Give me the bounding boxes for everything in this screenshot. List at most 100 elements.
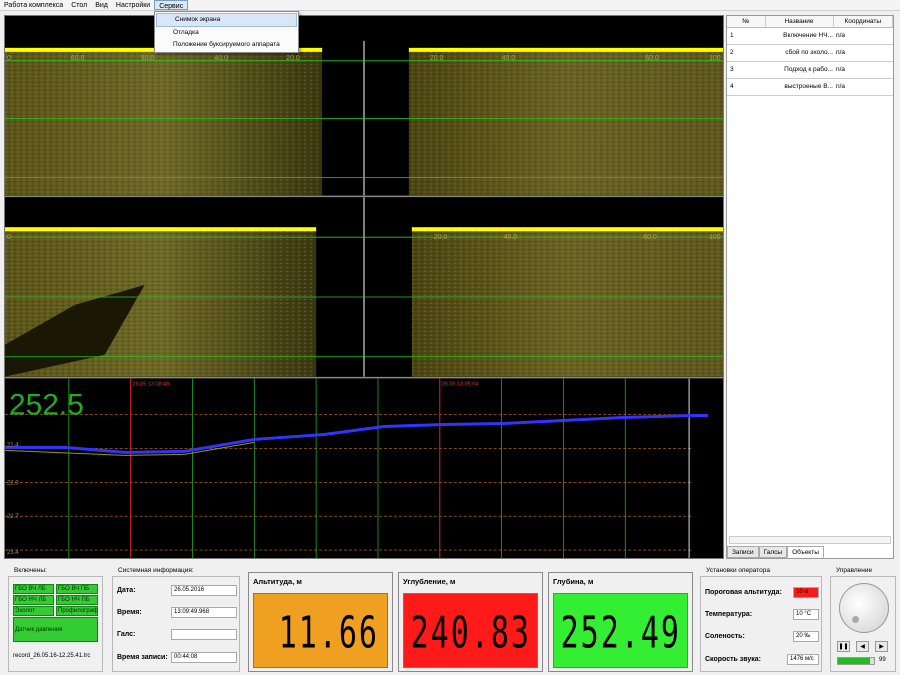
gals-field — [171, 629, 237, 640]
depth-display: 252.49 — [553, 593, 688, 668]
menu-service[interactable]: Сервис — [154, 0, 189, 10]
dropdown-towed-position[interactable]: Положение буксируемого аппарата — [155, 39, 298, 51]
tab-tacks[interactable]: Галсы — [758, 546, 788, 558]
sysinfo-title: Системная информация: — [116, 567, 196, 574]
lf-left-button[interactable]: ГБО НЧ ЛБ — [13, 595, 54, 605]
col-coords[interactable]: Координаты — [833, 16, 893, 28]
mid-scale-4: 100 — [709, 234, 721, 241]
salinity-field[interactable]: 20 ‰ — [793, 631, 819, 642]
top-scale-5: 20.0 — [430, 55, 444, 62]
y-tick-2: 22.0 — [7, 480, 19, 486]
deepening-title: Углубление, м — [403, 577, 456, 586]
pressure-sensor-button[interactable]: Датчик давления — [13, 617, 98, 642]
speed-knob[interactable] — [839, 583, 889, 633]
marker-2: 26.05 13:05:04 — [442, 382, 479, 388]
horizontal-scrollbar[interactable] — [729, 536, 891, 544]
altitude-gauge: Альтитуда, м 11.66 — [248, 572, 393, 672]
col-number[interactable]: № — [727, 16, 766, 28]
objects-panel: № Название Координаты 1 Включение НЧ... n/… — [726, 15, 894, 559]
echosounder-button[interactable]: Эхолот — [13, 606, 54, 616]
row-number: 4 — [727, 78, 765, 96]
row-coords: n/a — [833, 44, 893, 62]
gals-label: Галс: — [117, 631, 136, 638]
control-title: Управление — [834, 567, 875, 574]
sonar-hf-pane: 0 60.0 50.0 40.0 20.0 20.0 40.0 60.0 100 — [5, 40, 723, 196]
marker-1: 26.05 13:08:48 — [133, 382, 170, 388]
panel-tabs: Записи Галсы Объекты — [727, 546, 824, 558]
operator-title: Установки оператора — [704, 567, 772, 574]
table-row[interactable]: 3 Подход к рабо... n/a — [727, 61, 893, 79]
menu-work[interactable]: Работа комплекса — [0, 0, 67, 10]
forward-button[interactable]: ▶ — [875, 641, 888, 652]
sound-speed-field[interactable]: 1476 м/с — [787, 654, 819, 665]
time-field: 13:09:49.968 — [171, 607, 237, 618]
operator-group: Установки оператора Пороговая альтитуда:… — [700, 567, 822, 672]
row-coords: n/a — [833, 78, 893, 96]
top-scale-6: 40.0 — [502, 55, 516, 62]
temperature-field[interactable]: 10 °C — [793, 609, 819, 620]
deepening-value: 240.83 — [410, 608, 531, 659]
table-row[interactable]: 4 выстроеные В... n/a — [727, 78, 893, 96]
tab-objects[interactable]: Объекты — [787, 546, 824, 558]
tab-records[interactable]: Записи — [727, 546, 759, 558]
lf-right-button[interactable]: ГБО НЧ ПБ — [56, 595, 98, 605]
mid-scale-1: 20.0 — [434, 234, 448, 241]
enabled-title: Включены: — [12, 567, 49, 574]
volume-fill — [838, 658, 871, 664]
enabled-group: Включены: ГБО ВЧ ЛБ ГБО ВЧ ПБ ГБО НЧ ЛБ … — [8, 567, 103, 672]
sonar-lf-pane: 0 20.0 40.0 60.0 100 — [5, 197, 723, 377]
threshold-altitude-label: Пороговая альтитуда: — [705, 589, 782, 596]
row-coords: n/a — [833, 27, 893, 45]
depth-profile-pane: 252.5 26.05 13:08:48 26.05 13:05:04 21.4… — [5, 378, 709, 558]
date-label: Дата: — [117, 587, 136, 594]
col-name[interactable]: Название — [765, 16, 834, 28]
hf-left-button[interactable]: ГБО ВЧ ЛБ — [13, 584, 54, 594]
row-number: 1 — [727, 27, 765, 45]
table-row[interactable]: 2 сбой по эхоло... n/a — [727, 44, 893, 62]
altitude-title: Альтитуда, м — [253, 577, 302, 586]
altitude-value: 11.66 — [278, 608, 379, 659]
dropdown-debug[interactable]: Отладка — [155, 27, 298, 39]
deepening-gauge: Углубление, м 240.83 — [398, 572, 543, 672]
table-row[interactable]: 1 Включение НЧ... n/a — [727, 27, 893, 45]
record-time-field: 00:44:08 — [171, 652, 237, 663]
top-scale-7: 60.0 — [645, 55, 659, 62]
top-scale-8: 100 — [709, 55, 721, 62]
menu-table[interactable]: Стол — [67, 0, 91, 10]
volume-bar[interactable] — [837, 657, 875, 665]
hf-right-button[interactable]: ГБО ВЧ ПБ — [56, 584, 98, 594]
row-name: сбой по эхоло... — [765, 44, 833, 62]
depth-value: 252.49 — [560, 608, 681, 659]
row-coords: n/a — [833, 61, 893, 79]
service-dropdown: Снимок экрана Отладка Положение буксируе… — [154, 11, 299, 53]
temperature-label: Температура: — [705, 611, 753, 618]
rewind-button[interactable]: ◀ — [856, 641, 869, 652]
menu-view[interactable]: Вид — [91, 0, 112, 10]
threshold-altitude-field[interactable]: 10 м — [793, 587, 819, 598]
date-field: 26.05.2016 — [171, 585, 237, 596]
mid-scale-0: 0 — [7, 234, 11, 241]
dropdown-screenshot[interactable]: Снимок экрана — [156, 13, 297, 27]
sonar-display[interactable]: 0 60.0 50.0 40.0 20.0 20.0 40.0 60.0 100… — [4, 15, 724, 559]
volume-value: 99 — [879, 657, 886, 663]
y-tick-4: 23.4 — [7, 550, 19, 556]
mid-scale-2: 40.0 — [504, 234, 518, 241]
menu-settings[interactable]: Настройки — [112, 0, 154, 10]
row-name: Включение НЧ... — [765, 27, 833, 45]
pause-button[interactable]: ❚❚ — [837, 641, 850, 652]
depth-title: Глубина, м — [553, 577, 594, 586]
control-group: Управление ❚❚ ◀ ▶ 99 — [830, 567, 896, 672]
profiler-button[interactable]: Профилограф — [56, 606, 98, 616]
row-name: выстроеные В... — [765, 78, 833, 96]
altitude-display: 11.66 — [253, 593, 388, 668]
mid-scale-3: 60.0 — [643, 234, 657, 241]
status-panel: Включены: ГБО ВЧ ЛБ ГБО ВЧ ПБ ГБО НЧ ЛБ … — [0, 562, 900, 675]
y-tick-1: 21.4 — [7, 442, 19, 448]
time-label: Время: — [117, 609, 142, 616]
row-number: 2 — [727, 44, 765, 62]
top-scale-0: 0 — [7, 55, 11, 62]
top-scale-2: 50.0 — [141, 55, 155, 62]
menu-bar: Работа комплекса Стол Вид Настройки Серв… — [0, 0, 900, 11]
depth-gauge: Глубина, м 252.49 — [548, 572, 693, 672]
record-time-label: Время записи: — [117, 654, 168, 661]
